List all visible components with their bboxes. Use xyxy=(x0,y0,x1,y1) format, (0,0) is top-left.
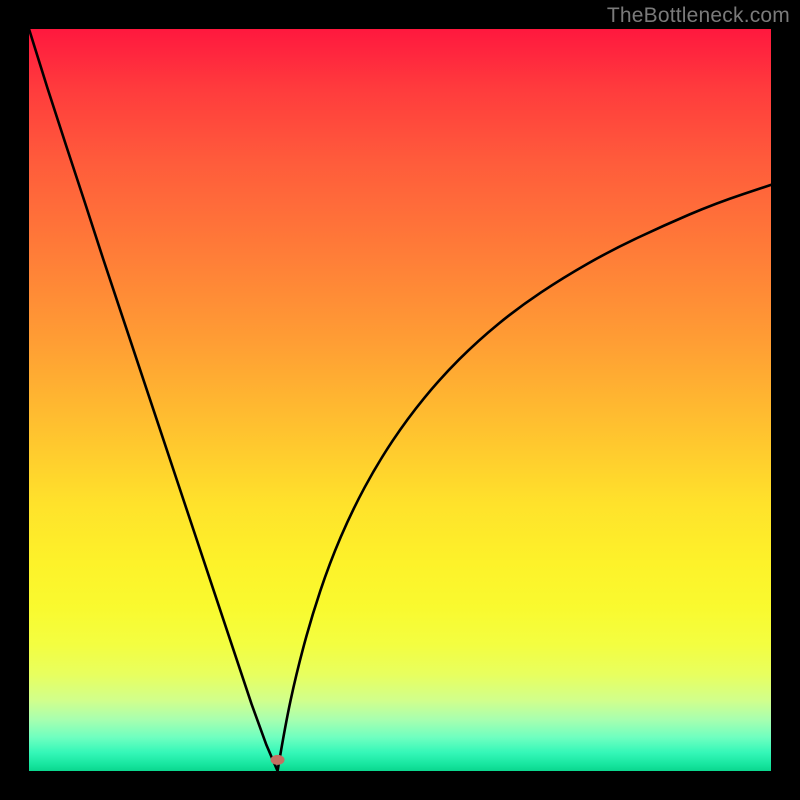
min-marker-dot xyxy=(271,755,285,765)
chart-frame: TheBottleneck.com xyxy=(0,0,800,800)
plot-area xyxy=(29,29,771,771)
watermark-text: TheBottleneck.com xyxy=(607,4,790,28)
curve-path xyxy=(29,29,771,771)
bottleneck-curve xyxy=(29,29,771,771)
chart-svg xyxy=(29,29,771,771)
min-marker xyxy=(271,755,285,765)
